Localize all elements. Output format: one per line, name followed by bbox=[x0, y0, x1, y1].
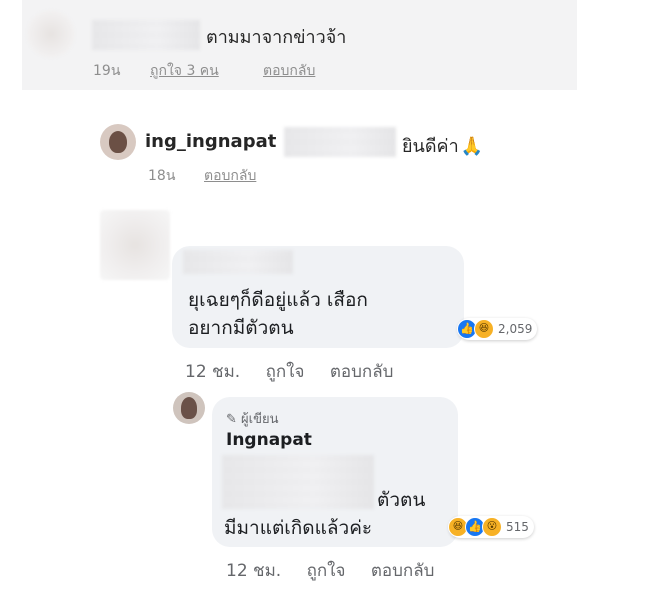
ig-reply-text: ยินดีค่า bbox=[402, 136, 459, 157]
author-name[interactable]: Ingnapat bbox=[226, 430, 312, 450]
wow-icon: 😮 bbox=[482, 517, 502, 537]
author-reply-reactions[interactable]: 😆 👍 😮 515 bbox=[448, 516, 534, 538]
author-reply-line-2: มีมาแต่เกิดแล้วค่ะ bbox=[224, 517, 373, 539]
ig-comment-time: 19น bbox=[93, 63, 121, 79]
fb-comment-actions: 12 ชม. ถูกใจ ตอบกลับ bbox=[185, 358, 413, 385]
author-reply-button[interactable]: ตอบกลับ bbox=[371, 561, 435, 581]
author-avatar[interactable] bbox=[173, 392, 205, 424]
ig-reply-button[interactable]: ตอบกลับ bbox=[263, 60, 315, 82]
author-like-button[interactable]: ถูกใจ bbox=[307, 561, 346, 581]
blurred-commenter-name bbox=[183, 250, 293, 274]
blurred-fb-avatar bbox=[100, 210, 170, 280]
reaction-count-2: 515 bbox=[506, 520, 529, 534]
ig-reply-text-row: ยินดีค่า 🙏 bbox=[402, 131, 483, 160]
author-reply-line-1: ตัวตน bbox=[377, 489, 426, 511]
blurred-reply-text bbox=[222, 455, 374, 509]
author-reply-time: 12 ชม. bbox=[226, 561, 282, 581]
pencil-icon: ✎ bbox=[226, 412, 237, 427]
fb-comment-line-2: อยากมีตัวตน bbox=[188, 317, 294, 339]
author-tag-label: ผู้เขียน bbox=[241, 412, 279, 427]
fb-comment-time: 12 ชม. bbox=[185, 362, 241, 382]
blurred-mention bbox=[284, 127, 396, 157]
author-reply-actions: 12 ชม. ถูกใจ ตอบกลับ bbox=[226, 557, 454, 584]
ig-avatar[interactable] bbox=[100, 124, 136, 160]
fb-reply-button[interactable]: ตอบกลับ bbox=[330, 362, 394, 382]
fb-comment-reactions[interactable]: 👍 😆 2,059 bbox=[457, 318, 538, 340]
reaction-count: 2,059 bbox=[498, 322, 533, 336]
ig-comment-text: ตามมาจากข่าวจ้า bbox=[206, 27, 347, 48]
fb-like-button[interactable]: ถูกใจ bbox=[266, 362, 305, 382]
blurred-avatar bbox=[27, 10, 75, 58]
praying-hands-icon: 🙏 bbox=[460, 136, 484, 157]
haha-icon: 😆 bbox=[474, 319, 494, 339]
ig-reply-time: 18น bbox=[148, 168, 176, 184]
blurred-username bbox=[92, 20, 200, 50]
ig-reply-button-2[interactable]: ตอบกลับ bbox=[204, 165, 256, 187]
fb-comment-line-1: ยุเฉยๆก็ดีอยู่แล้ว เสือก bbox=[188, 289, 368, 311]
ig-username[interactable]: ing_ingnapat bbox=[145, 131, 276, 152]
ig-likes-link[interactable]: ถูกใจ 3 คน bbox=[150, 60, 219, 82]
author-tag: ✎ ผู้เขียน bbox=[226, 408, 279, 429]
